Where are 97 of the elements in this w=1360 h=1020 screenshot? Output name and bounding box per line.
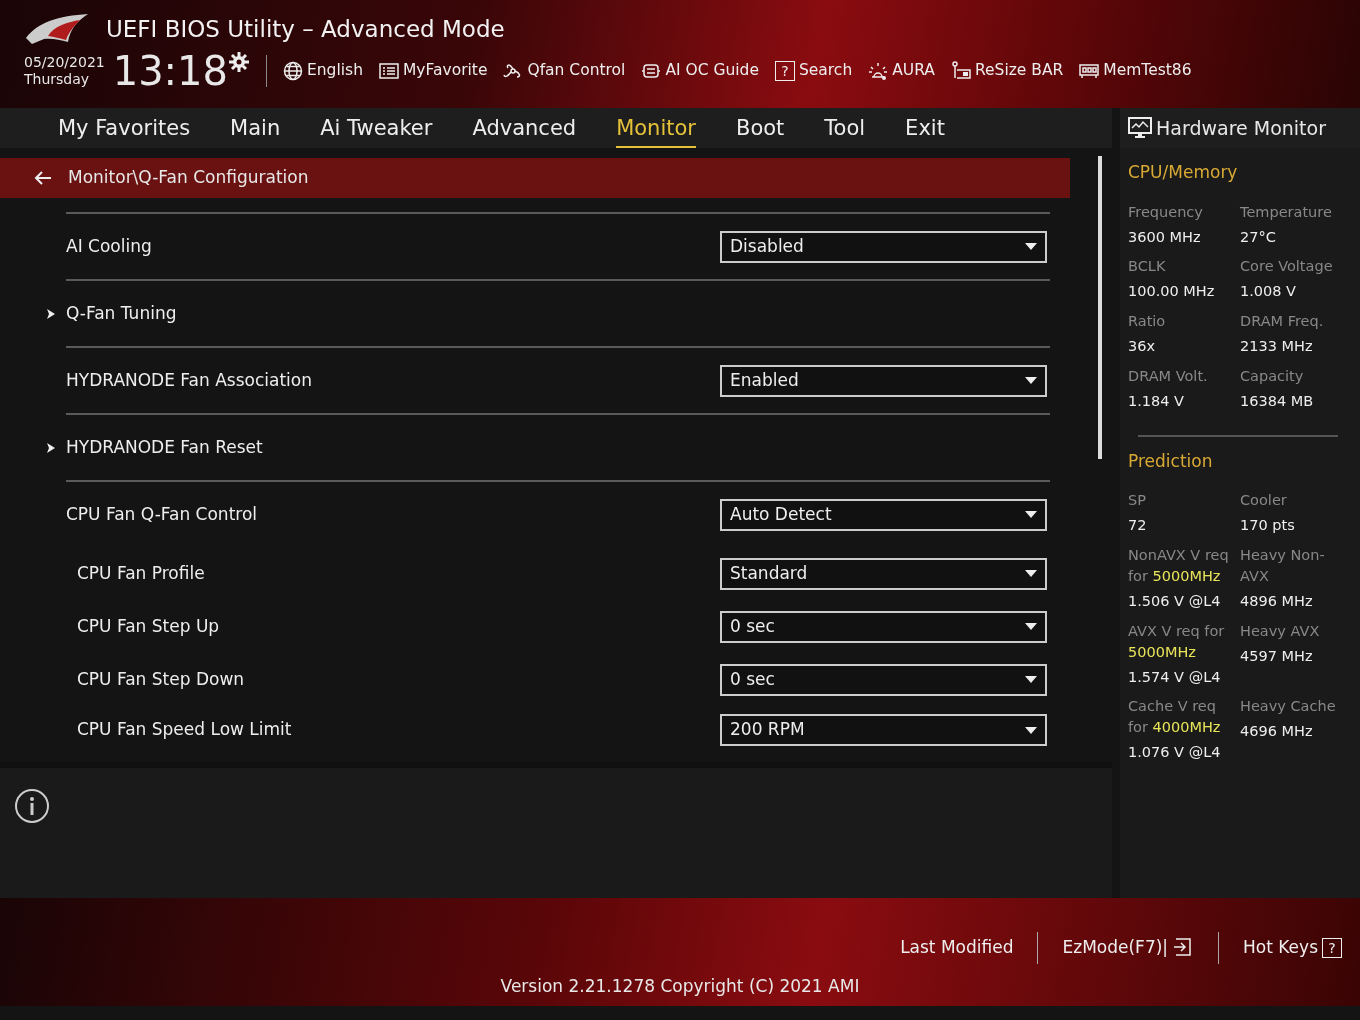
lamp-icon (868, 60, 889, 81)
breadcrumb-bar: Monitor\Q-Fan Configuration (0, 158, 1070, 198)
stat-value: 72 (1128, 516, 1148, 536)
dropdown-select[interactable]: Auto Detect (720, 498, 1047, 531)
caret-icon (1025, 676, 1037, 683)
stat-label: NonAVX V req for 5000MHz (1128, 545, 1230, 586)
submenu-link[interactable]: HYDRANODE Fan Reset (66, 434, 263, 461)
panel-title: Hardware Monitor (1156, 115, 1326, 141)
menu-tab[interactable]: Exit (905, 112, 945, 148)
menu-tab[interactable]: Ai Tweaker (320, 112, 433, 148)
setting-label: HYDRANODE Fan Association (66, 368, 312, 392)
logo-icon (24, 12, 90, 47)
globe-icon (283, 60, 303, 81)
stat-label: BCLK (1128, 257, 1167, 277)
help-icon: ? (1322, 938, 1342, 958)
stat-value: 16384 MB (1240, 391, 1315, 411)
stat-value: 170 pts (1240, 516, 1296, 536)
caret-icon (1025, 570, 1037, 577)
stat-value: 36x (1128, 337, 1157, 357)
stat-value: 1.506 V @L4 (1128, 591, 1222, 611)
settings-icon (228, 50, 250, 73)
stat-label: Heavy Non-AVX (1240, 545, 1326, 586)
submenu-arrow-icon (46, 441, 56, 454)
submenu-arrow-icon (46, 307, 56, 320)
window-title: UEFI BIOS Utility – Advanced Mode (106, 15, 505, 44)
menu-tab[interactable]: Boot (735, 112, 785, 148)
stat-label: Frequency (1128, 202, 1204, 222)
toolbar-button[interactable]: AURA (868, 58, 935, 83)
caret-icon (1025, 623, 1037, 630)
menu-tab[interactable]: Monitor (616, 112, 696, 148)
toolbar-button[interactable]: MemTest86 (1079, 58, 1192, 83)
info-icon (14, 788, 50, 824)
stat-label: SP (1128, 491, 1147, 511)
stat-value: 1.184 V (1128, 391, 1186, 411)
stat-value: 4896 MHz (1240, 591, 1314, 611)
stat-label: DRAM Freq. (1240, 312, 1325, 332)
toolbar-button[interactable]: ReSize BAR (950, 58, 1064, 83)
stat-value: 4696 MHz (1240, 722, 1314, 742)
date-text: 05/20/2021 (24, 54, 105, 71)
toolbar-button[interactable]: MyFavorite (378, 58, 488, 83)
stat-label: Ratio (1128, 312, 1167, 332)
setting-label: CPU Fan Profile (77, 561, 205, 585)
dropdown-select[interactable]: 0 sec (720, 610, 1047, 643)
monitor-icon (1128, 116, 1152, 140)
setting-label: CPU Fan Step Up (77, 614, 220, 638)
stat-label: Core Voltage (1240, 257, 1334, 277)
help-icon: ? (774, 60, 795, 81)
stat-label: DRAM Volt. (1128, 366, 1209, 386)
dropdown-select[interactable]: 0 sec (720, 663, 1047, 696)
caret-icon (1025, 511, 1037, 518)
menu-tab[interactable]: My Favorites (58, 112, 191, 148)
stat-value: 27°C (1240, 227, 1277, 247)
version-text: Version 2.21.1278 Copyright (C) 2021 AMI (500, 975, 860, 998)
caret-icon (1025, 726, 1037, 734)
clock-time: 13:18 (112, 50, 228, 91)
stat-label: Heavy Cache (1240, 697, 1337, 717)
dropdown-select[interactable]: Disabled (720, 230, 1047, 263)
weekday-text: Thursday (24, 70, 91, 87)
menu-tab[interactable]: Tool (824, 112, 866, 148)
section-title: CPU/Memory (1128, 161, 1239, 184)
submenu-link[interactable]: Q-Fan Tuning (66, 300, 177, 327)
stat-label: Heavy AVX (1240, 621, 1321, 641)
stat-label: Cache V req for 4000MHz (1128, 697, 1222, 738)
toolbar-button[interactable]: Qfan Control (503, 58, 626, 83)
card-icon (950, 60, 971, 81)
scrollbar[interactable] (1098, 156, 1102, 459)
dropdown-select[interactable]: 200 RPM (720, 714, 1047, 746)
stat-value: 1.574 V @L4 (1128, 667, 1222, 687)
stat-label: AVX V req for 5000MHz (1128, 621, 1226, 662)
setting-label: CPU Fan Q-Fan Control (66, 502, 258, 526)
stat-value: 1.076 V @L4 (1128, 743, 1222, 763)
setting-label: AI Cooling (66, 234, 152, 258)
toolbar-button[interactable]: AI OC Guide (641, 58, 759, 83)
setting-label: CPU Fan Step Down (77, 667, 245, 691)
setting-label: CPU Fan Speed Low Limit (77, 718, 292, 742)
menu-tab[interactable]: Advanced (472, 112, 577, 148)
dropdown-select[interactable]: Standard (720, 557, 1047, 590)
footer-button[interactable]: Hot Keys ? (1243, 935, 1342, 961)
toolbar-button[interactable]: English (283, 58, 363, 83)
stat-value: 3600 MHz (1128, 227, 1202, 247)
toolbar-button[interactable]: ? Search (774, 58, 853, 83)
dropdown-select[interactable]: Enabled (720, 364, 1047, 397)
section-title: Prediction (1128, 449, 1214, 473)
footer-button[interactable]: EzMode(F7)| (1062, 935, 1195, 961)
stat-label: Capacity (1240, 366, 1305, 386)
stat-label: Temperature (1240, 202, 1333, 222)
stat-value: 2133 MHz (1240, 337, 1314, 357)
caret-icon (1025, 243, 1037, 250)
stat-value: 1.008 V (1240, 282, 1298, 302)
footer-button[interactable]: Last Modified (900, 935, 1014, 961)
list-icon (378, 60, 399, 81)
stat-value: 4597 MHz (1240, 646, 1314, 666)
menu-tab[interactable]: Main (230, 112, 281, 148)
caret-icon (1025, 377, 1037, 384)
stat-label: Cooler (1240, 491, 1288, 511)
back-arrow-icon (34, 171, 52, 185)
stat-value: 100.00 MHz (1128, 282, 1216, 302)
